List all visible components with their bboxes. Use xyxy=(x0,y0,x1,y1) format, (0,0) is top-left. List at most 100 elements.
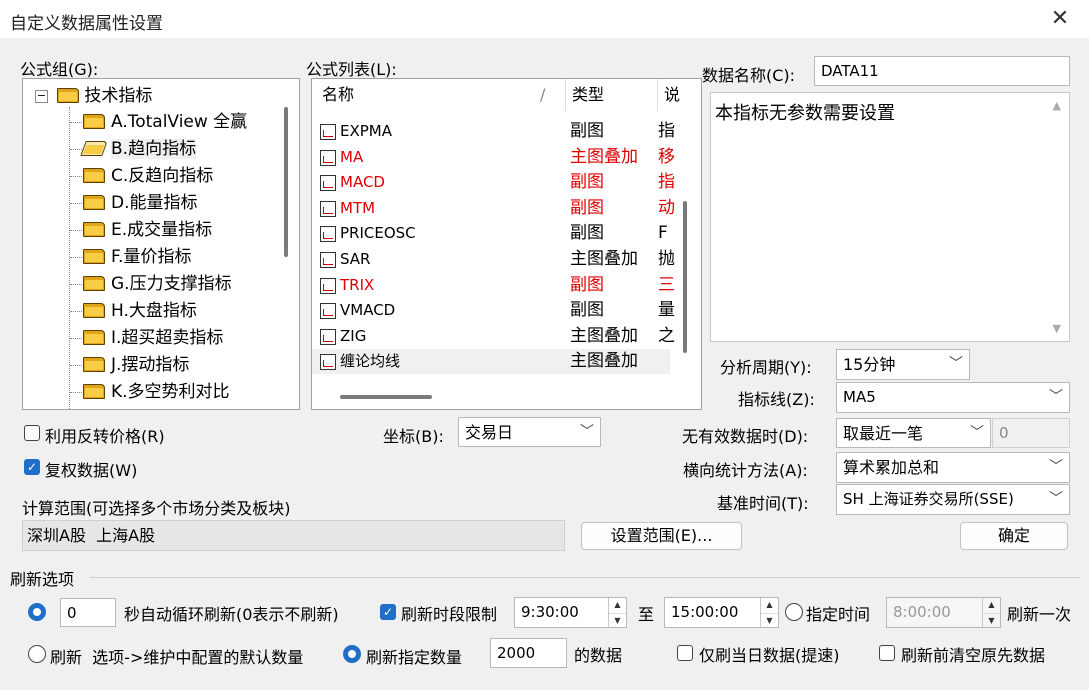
spin-up-icon[interactable]: ▲ xyxy=(761,598,778,614)
tree-item-label: I.超买超卖指标 xyxy=(111,328,224,348)
tree-item[interactable]: E.成交量指标 xyxy=(70,217,212,243)
table-row[interactable]: VMACD 副图 量 xyxy=(312,298,675,323)
table-row[interactable]: EXPMA 副图 指 xyxy=(312,119,675,144)
folder-icon xyxy=(57,88,79,103)
folder-icon xyxy=(83,357,105,372)
tree-item[interactable]: H.大盘指标 xyxy=(70,298,197,324)
spin-down-icon[interactable]: ▼ xyxy=(609,614,626,628)
chevron-down-icon: ﹀ xyxy=(1049,459,1063,475)
period-select[interactable]: 15分钟 ﹀ xyxy=(836,349,970,380)
specified-time-spinner[interactable]: ▲ ▼ xyxy=(982,598,1000,627)
table-row[interactable]: PRICEOSC 副图 F xyxy=(312,221,670,246)
specified-time-input[interactable]: 8:00:00 ▲ ▼ xyxy=(886,597,1001,628)
end-time-input[interactable]: 15:00:00 ▲ ▼ xyxy=(664,597,779,628)
tree-item[interactable]: J.摆动指标 xyxy=(70,352,189,378)
calc-range-value: 深圳A股 上海A股 xyxy=(22,520,565,551)
spin-down-icon[interactable]: ▼ xyxy=(983,614,1000,628)
chevron-down-icon: ﹀ xyxy=(970,425,984,441)
tree-item[interactable]: F.量价指标 xyxy=(70,244,191,270)
cell-type: 副图 xyxy=(570,300,604,321)
set-range-button[interactable]: 设置范围(E)... xyxy=(581,522,742,550)
horizontal-stat-select[interactable]: 算术累加总和 ﹀ xyxy=(836,452,1070,483)
table-row[interactable]: ZIG 主图叠加之 xyxy=(312,324,675,349)
formula-icon xyxy=(320,200,336,217)
cell-name: 缠论均线 xyxy=(340,352,401,371)
cell-extra: 动 xyxy=(658,197,675,218)
tree-item[interactable]: G.压力支撑指标 xyxy=(70,271,232,297)
scroll-up-icon[interactable]: ▲ xyxy=(1053,99,1061,112)
tree-scrollbar[interactable] xyxy=(284,107,288,257)
auto-refresh-radio[interactable] xyxy=(28,603,46,621)
start-time-input[interactable]: 9:30:00 ▲ ▼ xyxy=(514,597,627,628)
chevron-down-icon: ﹀ xyxy=(1049,491,1063,507)
folder-icon xyxy=(83,168,105,183)
seconds-input[interactable]: 0 xyxy=(60,598,116,627)
tree-item[interactable]: B.趋向指标 xyxy=(70,136,197,162)
spin-down-icon[interactable]: ▼ xyxy=(761,614,778,628)
table-row[interactable]: 缠论均线 主图叠加 xyxy=(312,349,670,375)
tree-item-label: A.TotalView 全赢 xyxy=(111,112,248,132)
tree-item[interactable]: C.反趋向指标 xyxy=(70,163,213,189)
cell-name: MA xyxy=(340,147,364,166)
invalid-data-number[interactable]: 0 xyxy=(992,418,1070,448)
refresh-section-label: 刷新选项 xyxy=(10,570,75,589)
tree-root[interactable]: 技术指标 xyxy=(57,84,152,108)
period-limit-checkbox[interactable]: ✓ xyxy=(380,604,396,620)
invalid-data-label: 无有效数据时(D): xyxy=(682,427,809,446)
description-box: 本指标无参数需要设置 ▲ ▼ xyxy=(710,92,1070,342)
clear-before-checkbox[interactable] xyxy=(879,645,895,661)
cell-name: VMACD xyxy=(340,301,396,320)
column-header-type[interactable]: 类型 xyxy=(566,79,658,111)
base-time-select[interactable]: SH 上海证券交易所(SSE) ﹀ xyxy=(836,484,1070,515)
formula-icon xyxy=(320,252,336,268)
formula-group-label: 公式组(G): xyxy=(20,60,99,79)
chevron-down-icon: ﹀ xyxy=(949,356,963,372)
collapse-icon[interactable]: − xyxy=(35,90,48,103)
end-time-spinner[interactable]: ▲ ▼ xyxy=(760,598,778,627)
cell-extra: 指 xyxy=(658,121,675,141)
use-reverse-price-checkbox[interactable] xyxy=(24,425,40,441)
cell-type: 副图 xyxy=(570,223,604,244)
specified-time-radio[interactable] xyxy=(785,603,803,621)
cell-name: PRICEOSC xyxy=(340,224,416,243)
tree-item[interactable]: A.TotalView 全赢 xyxy=(70,109,248,135)
only-today-checkbox[interactable] xyxy=(677,645,693,661)
tree-item[interactable]: K.多空势利对比 xyxy=(70,379,230,405)
refresh-default-radio[interactable] xyxy=(28,645,46,663)
list-scrollbar-v[interactable] xyxy=(683,201,687,353)
adjusted-data-checkbox[interactable]: ✓ xyxy=(24,459,40,475)
table-row[interactable]: TRIX 副图 三 xyxy=(312,273,675,298)
cell-type: 主图叠加 xyxy=(570,146,638,167)
table-row[interactable]: MACD 副图 指 xyxy=(312,170,675,195)
close-icon[interactable]: ✕ xyxy=(1040,4,1080,34)
folder-icon xyxy=(83,249,105,264)
spin-up-icon[interactable]: ▲ xyxy=(609,598,626,614)
scroll-down-icon[interactable]: ▼ xyxy=(1053,322,1061,335)
invalid-data-select[interactable]: 取最近一笔 ﹀ xyxy=(836,418,991,448)
formula-group-tree[interactable]: − 技术指标 A.TotalView 全赢 B.趋向指标 C.反趋向指标 D.能量指标… xyxy=(22,78,300,410)
folder-icon xyxy=(83,276,105,291)
list-scrollbar-h[interactable] xyxy=(340,395,432,399)
chevron-down-icon: ﹀ xyxy=(1049,389,1063,405)
column-header-desc[interactable]: 说 xyxy=(658,79,701,111)
refresh-count-radio[interactable] xyxy=(343,645,361,663)
formula-list[interactable]: 名称 / 类型 说 EXPMA 副图指 MA 主图叠加移 MACD 副图指 MTM 副图动 PRI… xyxy=(311,78,702,410)
cell-extra: F xyxy=(658,223,668,244)
tree-item[interactable]: D.能量指标 xyxy=(70,190,198,216)
cell-type: 主图叠加 xyxy=(570,351,638,372)
only-today-label: 仅刷当日数据(提速) xyxy=(699,646,840,665)
cell-extra: 指 xyxy=(658,172,675,193)
table-row[interactable]: MTM 副图 动 xyxy=(312,196,675,221)
spin-up-icon[interactable]: ▲ xyxy=(983,598,1000,614)
table-row[interactable]: MA 主图叠加移 xyxy=(312,145,675,170)
start-time-spinner[interactable]: ▲ ▼ xyxy=(608,598,626,627)
count-input[interactable]: 2000 xyxy=(490,638,567,668)
column-header-name[interactable]: 名称 / xyxy=(312,79,566,111)
table-row[interactable]: SAR 主图叠加抛 xyxy=(312,247,675,272)
tree-item[interactable]: I.超买超卖指标 xyxy=(70,325,224,351)
cell-extra: 之 xyxy=(658,325,675,346)
indicator-line-select[interactable]: MA5 ﹀ xyxy=(836,382,1070,413)
ok-button[interactable]: 确定 xyxy=(960,522,1068,550)
data-name-input[interactable]: DATA11 xyxy=(814,56,1070,86)
coordinate-select[interactable]: 交易日 ﹀ xyxy=(458,417,601,447)
